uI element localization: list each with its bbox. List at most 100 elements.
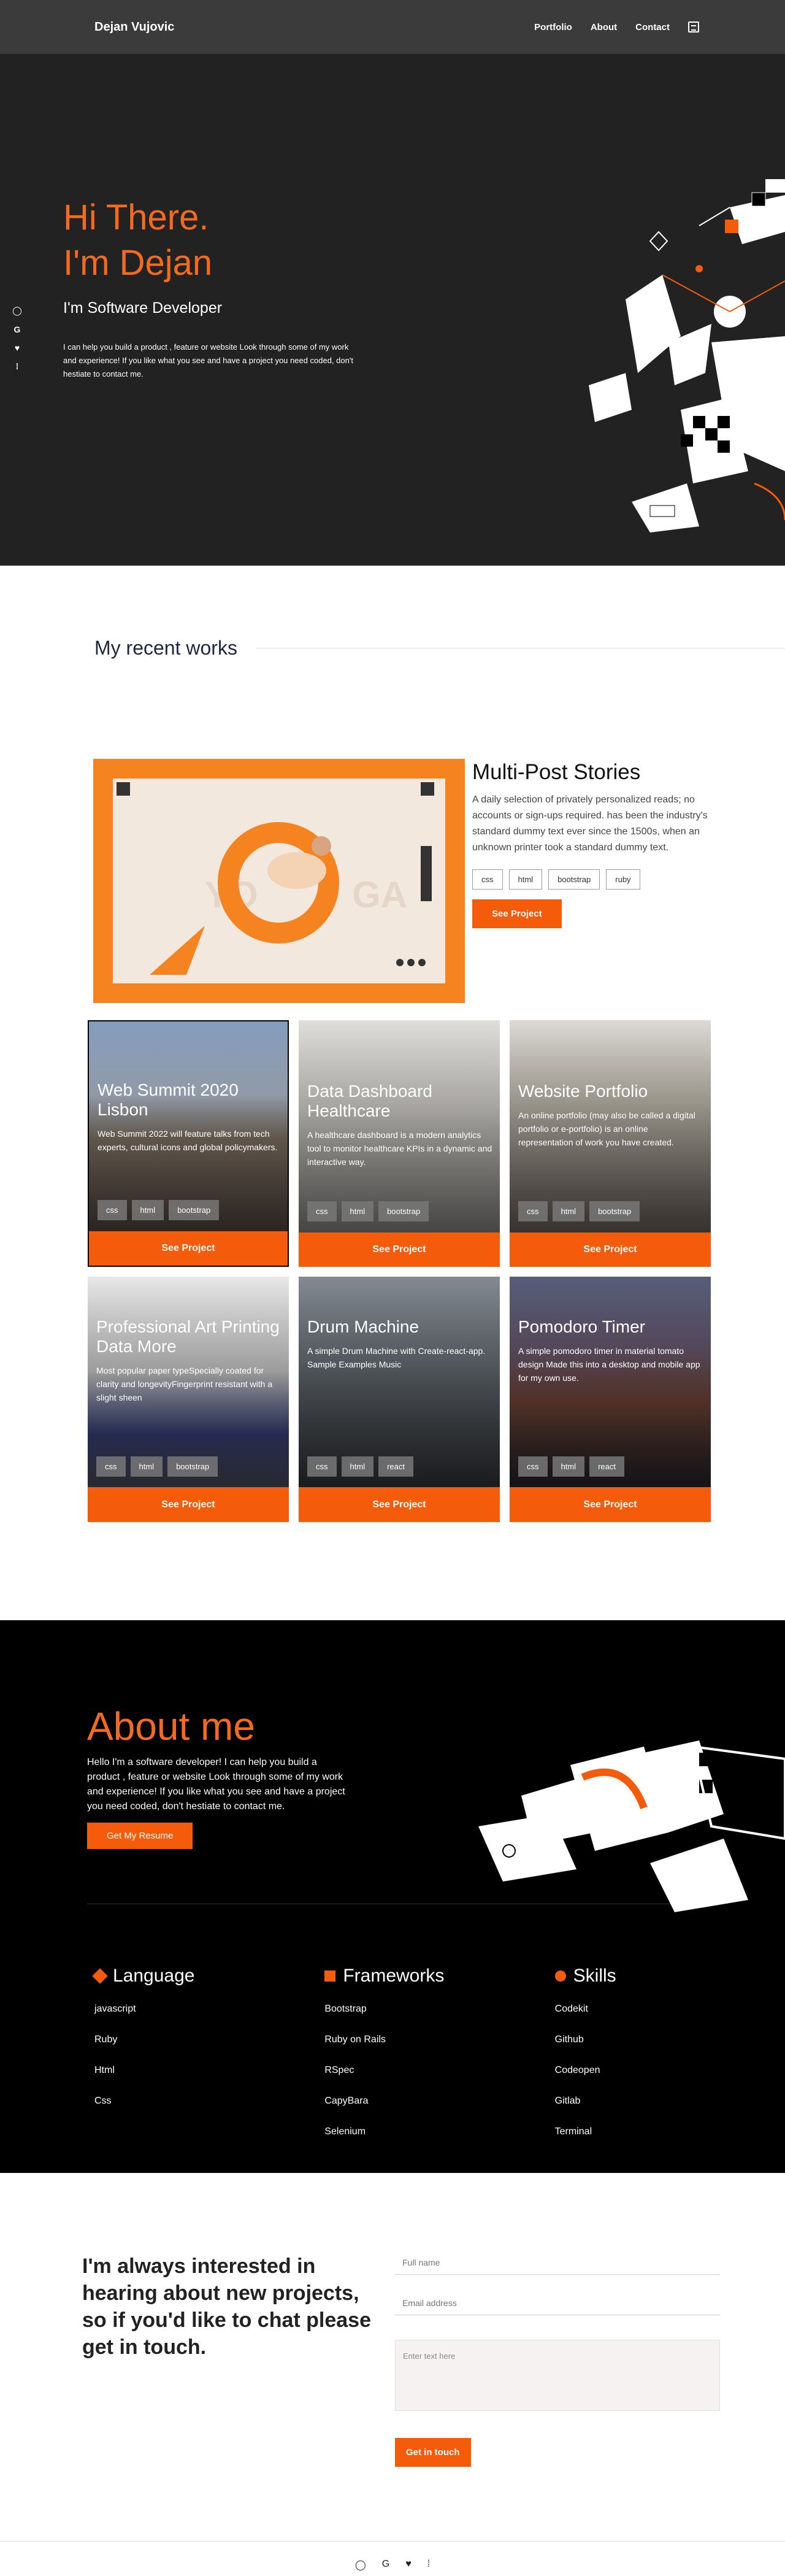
column-title: Skills [573,1966,616,1986]
tag: css [518,1201,548,1221]
google-icon[interactable]: G [382,2559,389,2576]
hero-text: Hi There. I'm Dejan I'm Software Develope… [63,195,358,381]
about-title: About me [87,1704,255,1748]
social-links-vertical: ◯ G ♥ ⁞ [12,306,22,371]
card-tags: css html bootstrap [518,1201,640,1221]
github-icon[interactable]: ◯ [355,2559,366,2576]
list-item: Terminal [554,2126,592,2137]
card-title: Pomodoro Timer [518,1317,645,1336]
get-in-touch-button[interactable]: Get in touch [395,2438,471,2467]
card-desc: Most popular paper typeSpecially coated … [96,1366,273,1402]
google-icon[interactable]: G [12,325,22,334]
card-tags: css html react [518,1456,624,1477]
tag: css [518,1456,548,1477]
column-title: Frameworks [343,1966,445,1986]
gymfit-mockup-image: YO GA [113,779,445,983]
see-project-button[interactable]: See Project [88,1488,289,1522]
card-desc: A healthcare dashboard is a modern analy… [307,1130,492,1167]
twitter-icon[interactable]: ♥ [405,2559,412,2576]
nav-links: Portfolio About Contact [534,21,699,33]
project-grid: Web Summit 2020 Lisbon Web Summit 2022 w… [88,1020,785,1522]
works-section: My recent works YO GA Multi-Post Stories… [0,566,785,1620]
contact-heading: I'm always interested in hearing about n… [82,2255,371,2359]
list-item: RSpec [324,2065,354,2075]
card-desc: An online portfolio (may also be called … [518,1110,695,1147]
frameworks-column: Frameworks Bootstrap Ruby on Rails RSpec… [324,1966,554,2173]
card-title: Data Dashboard Healthcare [307,1082,432,1120]
card-title: Web Summit 2020 Lisbon [98,1080,239,1119]
featured-see-project-button[interactable]: See Project [472,899,562,928]
tag: html [341,1201,374,1221]
see-project-button[interactable]: See Project [510,1488,711,1522]
list-item: Html [94,2065,115,2075]
card-desc: Web Summit 2022 will feature talks from … [98,1129,278,1152]
email-field[interactable]: Email address [395,2293,720,2315]
tag: react [378,1456,413,1477]
brand-logo[interactable]: Dejan Vujovic [94,20,174,34]
contact-section: I'm always interested in hearing about n… [0,2173,785,2541]
tag: bootstrap [548,869,600,890]
hero-section: ◯ G ♥ ⁞ Hi There. I'm Dejan I'm Software … [0,54,785,566]
tag: html [130,1456,163,1477]
card-title: Professional Art Printing Data More [96,1317,280,1356]
column-title: Language [113,1966,195,1986]
tag: html [508,869,543,890]
card-tags: css html bootstrap [98,1200,220,1220]
nav-contact[interactable]: Contact [635,22,670,33]
see-project-button[interactable]: See Project [299,1488,500,1522]
featured-project-info: Multi-Post Stories A daily selection of … [471,759,716,1003]
github-icon[interactable]: ◯ [12,306,22,316]
message-textarea[interactable]: Enter text here [395,2340,720,2411]
project-card: Drum Machine A simple Drum Machine with … [299,1277,500,1522]
language-column: Language javascript Ruby Html Css [92,1966,324,2173]
featured-tags: css html bootstrap ruby [472,869,716,890]
nav-portfolio[interactable]: Portfolio [534,22,572,33]
hero-blurb: I can help you build a product , feature… [63,342,353,379]
tag: html [552,1456,585,1477]
featured-title: Multi-Post Stories [472,760,641,784]
hero-subtitle: I'm Software Developer [63,299,223,317]
medium-icon[interactable]: ⁞ [427,2559,430,2576]
mail-icon[interactable] [688,21,699,33]
contact-form: Full name Email address Enter text here … [395,2253,720,2541]
works-heading: My recent works [94,637,237,659]
tag: bootstrap [169,1200,220,1220]
see-project-button[interactable]: See Project [299,1232,500,1267]
nav-about[interactable]: About [591,22,617,33]
get-resume-button[interactable]: Get My Resume [87,1823,193,1849]
medium-icon[interactable]: ⁞ [12,361,22,371]
twitter-icon[interactable]: ♥ [12,343,22,353]
about-desc: Hello I'm a software developer! I can he… [87,1757,345,1812]
list-item: Gitlab [554,2096,581,2106]
top-nav: Dejan Vujovic Portfolio About Contact [0,0,785,54]
see-project-button[interactable]: See Project [510,1232,711,1267]
card-desc: A simple pomodoro timer in material toma… [518,1346,700,1383]
list-item: Ruby [94,2034,118,2045]
tag: css [307,1456,337,1477]
tag: css [98,1200,127,1220]
list-item: Bootstrap [324,2004,367,2014]
list-item: Css [94,2096,112,2106]
card-title: Drum Machine [307,1317,419,1336]
list-item: Codekit [554,2004,588,2014]
project-card: Website Portfolio An online portfolio (m… [510,1020,711,1267]
skills-columns: Language javascript Ruby Html Css Framew… [0,1904,785,2173]
tag: html [341,1456,374,1477]
hero-greeting: Hi There. I'm Dejan [63,198,213,283]
diamond-icon [92,1968,108,1984]
circle-icon [554,1970,566,1982]
works-heading-row: My recent works [0,637,785,659]
full-name-field[interactable]: Full name [395,2253,720,2275]
list-item: Codeopen [554,2065,600,2075]
see-project-button[interactable]: See Project [89,1231,288,1266]
about-illustration [478,1740,785,1912]
card-tags: css html react [307,1456,413,1477]
list-item: javascript [94,2004,136,2014]
tag: bootstrap [378,1201,429,1221]
list-item: Github [554,2034,584,2045]
about-section: About me Hello I'm a software developer!… [0,1620,785,2173]
tag: css [96,1456,126,1477]
tag: css [472,869,503,890]
tag: html [552,1201,585,1221]
tag: bootstrap [167,1456,218,1477]
